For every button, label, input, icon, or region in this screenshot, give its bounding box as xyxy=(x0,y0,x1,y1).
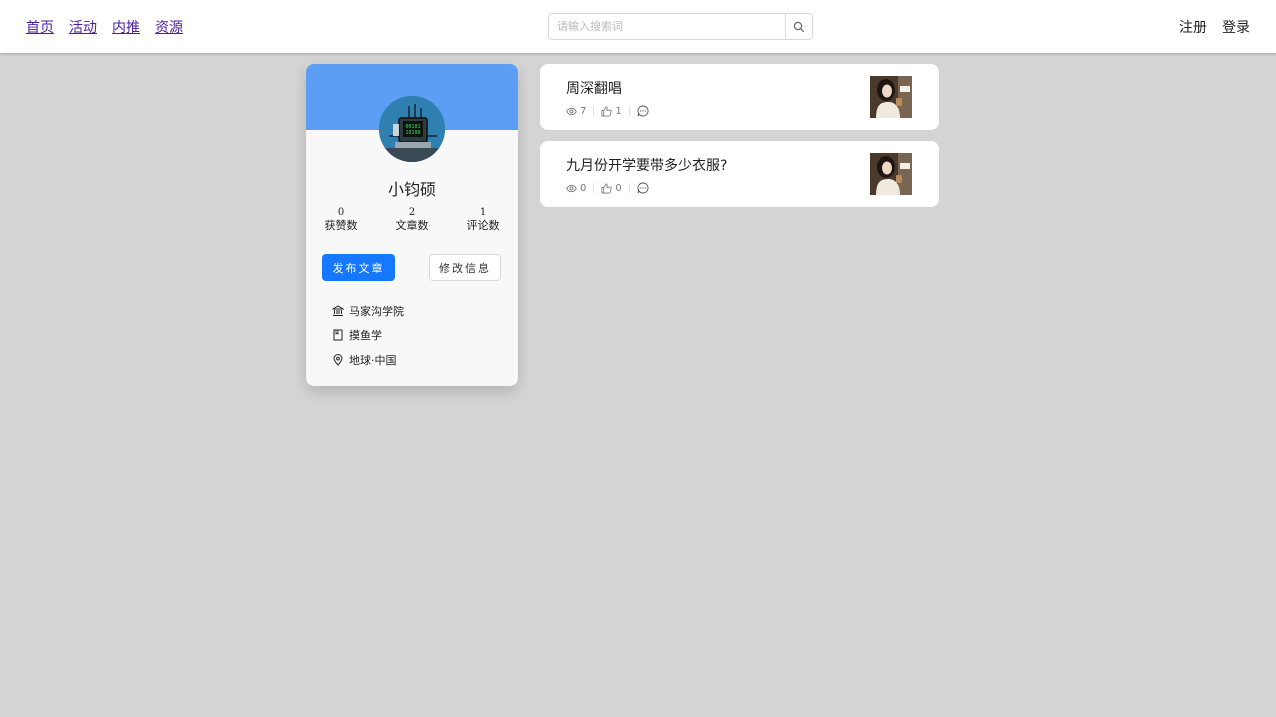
stat-comments-label: 评论数 xyxy=(466,219,500,232)
eye-icon xyxy=(566,107,577,115)
article-meta: 0 0 xyxy=(566,182,649,194)
view-count: 7 xyxy=(566,106,586,117)
article-meta: 7 1 xyxy=(566,105,649,117)
profile-name: 小钧硕 xyxy=(387,180,436,199)
publish-article-button[interactable]: 发布文章 xyxy=(322,254,395,281)
edit-info-button[interactable]: 修改信息 xyxy=(429,254,501,281)
stat-comments-value: 1 xyxy=(479,207,487,218)
meta-divider xyxy=(628,183,630,193)
article-card[interactable]: 九月份开学要带多少衣服? 0 0 xyxy=(540,141,939,207)
stat-likes-value: 0 xyxy=(337,207,345,218)
auth-links: 注册 登录 xyxy=(1179,17,1250,37)
nav-links: 首页 活动 内推 资源 xyxy=(26,17,183,37)
info-location-text: 地球·中国 xyxy=(349,354,397,367)
stat-articles-label: 文章数 xyxy=(395,219,429,232)
search-box xyxy=(548,13,813,40)
view-count: 0 xyxy=(566,183,586,194)
article-title[interactable]: 九月份开学要带多少衣服? xyxy=(566,155,727,175)
svg-text:10100: 10100 xyxy=(405,130,420,136)
article-thumbnail[interactable] xyxy=(870,153,912,195)
top-navbar: 首页 活动 内推 资源 注册 登录 xyxy=(0,0,1276,53)
like-count-value: 0 xyxy=(615,182,622,194)
computer-avatar-icon: 00101 10100 xyxy=(379,96,445,162)
stat-articles-value: 2 xyxy=(408,207,416,218)
location-pin-icon xyxy=(333,354,343,366)
bank-icon xyxy=(332,305,344,316)
comment-button[interactable] xyxy=(637,182,649,194)
article-thumbnail-image xyxy=(870,76,912,118)
search-input[interactable] xyxy=(549,14,785,39)
meta-divider xyxy=(593,106,595,116)
login-link[interactable]: 登录 xyxy=(1222,17,1250,37)
comment-icon xyxy=(637,105,649,117)
meta-divider xyxy=(628,106,630,116)
meta-divider xyxy=(593,183,595,193)
view-count-value: 0 xyxy=(580,182,587,194)
register-link[interactable]: 注册 xyxy=(1179,17,1207,37)
info-school-text: 马家沟学院 xyxy=(349,305,404,318)
comment-icon xyxy=(637,182,649,194)
article-thumbnail-image xyxy=(870,153,912,195)
profile-card: 00101 10100 小钧硕 0 获赞数 2 文章数 1 评论数 发布文章 修… xyxy=(306,64,518,386)
view-count-value: 7 xyxy=(580,105,587,117)
nav-link-activities[interactable]: 活动 xyxy=(69,17,97,37)
stat-likes-label: 获赞数 xyxy=(324,219,358,232)
article-thumbnail[interactable] xyxy=(870,76,912,118)
stat-comments: 1 评论数 xyxy=(453,207,513,233)
search-icon xyxy=(793,21,805,32)
article-title[interactable]: 周深翻唱 xyxy=(566,78,622,98)
like-count[interactable]: 1 xyxy=(601,105,622,117)
article-card[interactable]: 周深翻唱 7 1 xyxy=(540,64,939,130)
info-location: 地球·中国 xyxy=(332,352,397,368)
avatar[interactable]: 00101 10100 xyxy=(379,96,445,162)
like-count-value: 1 xyxy=(615,105,622,117)
eye-icon xyxy=(566,184,577,192)
stat-articles: 2 文章数 xyxy=(382,207,442,233)
info-major-text: 摸鱼学 xyxy=(349,329,382,342)
book-icon xyxy=(333,329,343,341)
nav-link-referrals[interactable]: 内推 xyxy=(112,17,140,37)
like-count[interactable]: 0 xyxy=(601,182,622,194)
stat-likes: 0 获赞数 xyxy=(311,207,371,233)
thumbs-up-icon xyxy=(601,183,613,193)
nav-link-resources[interactable]: 资源 xyxy=(155,17,183,37)
search-button[interactable] xyxy=(785,14,812,39)
thumbs-up-icon xyxy=(601,106,613,116)
info-school: 马家沟学院 xyxy=(332,303,404,319)
nav-link-home[interactable]: 首页 xyxy=(26,17,54,37)
info-major: 摸鱼学 xyxy=(332,327,382,343)
comment-button[interactable] xyxy=(637,105,649,117)
